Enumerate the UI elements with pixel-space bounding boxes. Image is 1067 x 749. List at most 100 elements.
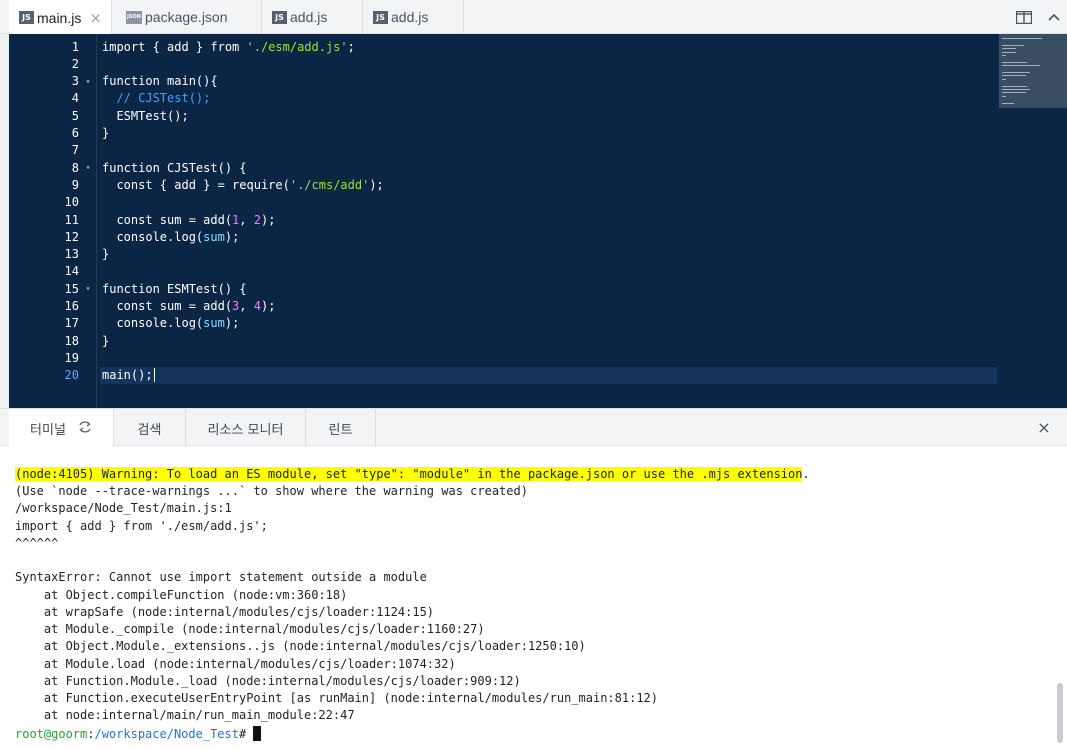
line-number: 19 [64, 350, 79, 365]
code-line[interactable]: 2 [9, 55, 1067, 72]
code-line[interactable]: 15 ▾ function ESMTest() { [9, 280, 1067, 297]
code-token: ; [347, 39, 355, 54]
code-line[interactable]: 12 console.log(sum); [9, 228, 1067, 245]
line-number: 20 [64, 368, 79, 383]
code-text: const { add } = require('./cms/add'); [100, 176, 997, 193]
minimap-line [1002, 102, 1014, 104]
close-panel-icon[interactable]: × [1030, 408, 1058, 446]
editor-left-strip [0, 34, 9, 408]
code-line[interactable]: 1 import { add } from './esm/add.js'; [9, 38, 1067, 55]
code-line[interactable]: 6} [9, 125, 1067, 142]
code-token: console.log( [102, 229, 204, 244]
code-line[interactable]: 20 main(); [9, 366, 1067, 384]
tab-label: add.js [391, 9, 429, 25]
code-line[interactable]: 4 // CJSTest(); [9, 90, 1067, 107]
code-token: console.log( [102, 316, 204, 331]
js-file-icon: JS [373, 10, 388, 24]
refresh-icon[interactable] [78, 421, 92, 437]
code-line[interactable]: 19 [9, 349, 1067, 366]
fold-arrow-icon[interactable]: ▾ [79, 284, 97, 293]
code-line[interactable]: 3 ▾ function main(){ [9, 73, 1067, 90]
tab-search[interactable]: 검색 [114, 409, 186, 447]
minimap[interactable] [999, 34, 1067, 108]
minimap-line [1002, 38, 1042, 39]
tab-add-js[interactable]: JS add.js [262, 0, 363, 34]
chevron-up-icon[interactable] [1042, 0, 1066, 34]
minimap-line [1002, 44, 1024, 46]
code-line[interactable]: 10 [9, 194, 1067, 211]
minimap-line [1002, 95, 1006, 97]
terminal-output[interactable]: (node:4105) Warning: To load an ES modul… [9, 446, 1067, 749]
fold-arrow-icon[interactable]: ▾ [79, 163, 97, 172]
split-editor-icon[interactable] [1012, 0, 1036, 34]
fold-arrow-icon[interactable]: ▾ [79, 77, 97, 86]
code-token: const { add } = require( [102, 177, 290, 192]
tab-lint[interactable]: 린트 [306, 409, 376, 447]
line-number: 14 [64, 264, 79, 279]
tab-main-js[interactable]: JS main.js × [9, 0, 112, 35]
code-line[interactable]: 18} [9, 332, 1067, 349]
minimap-line [1002, 55, 1006, 56]
code-line[interactable]: 16 const sum = add(3, 4); [9, 298, 1067, 315]
terminal-scrollbar[interactable] [1057, 683, 1063, 743]
code-line[interactable]: 17 console.log(sum); [9, 315, 1067, 332]
code-token: main(); [102, 368, 153, 383]
code-token: ); [260, 299, 276, 313]
code-token: 3 [232, 299, 240, 313]
terminal-line: ^^^^^^ [15, 535, 59, 550]
line-number: 7 [71, 143, 79, 158]
code-line[interactable]: 5 ESMTest(); [9, 107, 1067, 124]
tab-terminal[interactable]: 터미널 [9, 409, 114, 448]
line-number: 1 [71, 39, 79, 54]
code-line[interactable]: 13} [9, 246, 1067, 263]
terminal-line: (Use `node --trace-warnings ...` to show… [15, 484, 528, 498]
prompt-path: /workspace/Node_Test [94, 726, 239, 741]
minimap-line [1002, 75, 1026, 77]
line-number: 3 [71, 74, 79, 89]
tab-lint-label: 린트 [328, 422, 353, 438]
terminal-line: at Module._compile (node:internal/module… [15, 622, 485, 636]
code-text: function main(){ [100, 73, 997, 90]
code-token: } [102, 333, 110, 348]
code-text: } [100, 246, 997, 263]
code-token: './esm/add.js' [246, 39, 348, 54]
terminal-line: at Function.executeUserEntryPoint [as ru… [15, 691, 658, 705]
minimap-line [1002, 72, 1030, 73]
code-line[interactable]: 11 const sum = add(1, 2); [9, 211, 1067, 228]
text-cursor [153, 368, 155, 383]
bottom-panel-tabs: 터미널 검색 리소스 모니터 린트 [0, 408, 1067, 448]
minimap-line [1002, 65, 1040, 67]
code-text: ESMTest(); [100, 107, 997, 124]
close-icon[interactable]: × [89, 9, 102, 27]
minimap-line [1002, 85, 1027, 87]
tab-label: add.js [290, 9, 328, 25]
tab-package-json[interactable]: JSON package.json [116, 0, 262, 34]
warning-end: . [802, 466, 810, 481]
terminal-line: /workspace/Node_Test/main.js:1 [15, 501, 232, 516]
code-token: , [239, 299, 254, 313]
code-line[interactable]: 9 const { add } = require('./cms/add'); [9, 176, 1067, 193]
line-number: 12 [64, 229, 79, 244]
js-file-icon: JS [272, 10, 287, 24]
minimap-line [1002, 51, 1016, 53]
code-line[interactable]: 8 ▾ function CJSTest() { [9, 159, 1067, 176]
tab-resource-monitor[interactable]: 리소스 모니터 [186, 409, 306, 447]
code-line[interactable]: 14 [9, 263, 1067, 280]
tab-add-js-2[interactable]: JS add.js [363, 0, 464, 34]
code-token: const sum = add( [102, 299, 233, 313]
code-text: import { add } from './esm/add.js'; [100, 38, 997, 55]
terminal-cursor [253, 726, 262, 741]
code-token: ESMTest(); [102, 108, 189, 123]
json-file-icon: JSON [126, 10, 142, 24]
code-area[interactable]: 1 import { add } from './esm/add.js'; 2 3 ▾ f… [9, 34, 1067, 408]
terminal-prompt[interactable]: root@goorm:/workspace/Node_Test # [15, 725, 262, 742]
prompt-user: root@goorm [15, 726, 88, 741]
line-number: 5 [71, 108, 79, 123]
code-token: 1 [232, 212, 240, 227]
code-line[interactable]: 7 [9, 142, 1067, 159]
code-token: ); [224, 316, 240, 331]
code-editor[interactable]: 1 import { add } from './esm/add.js'; 2 3 ▾ f… [9, 34, 1067, 408]
code-text: console.log(sum); [100, 315, 997, 332]
